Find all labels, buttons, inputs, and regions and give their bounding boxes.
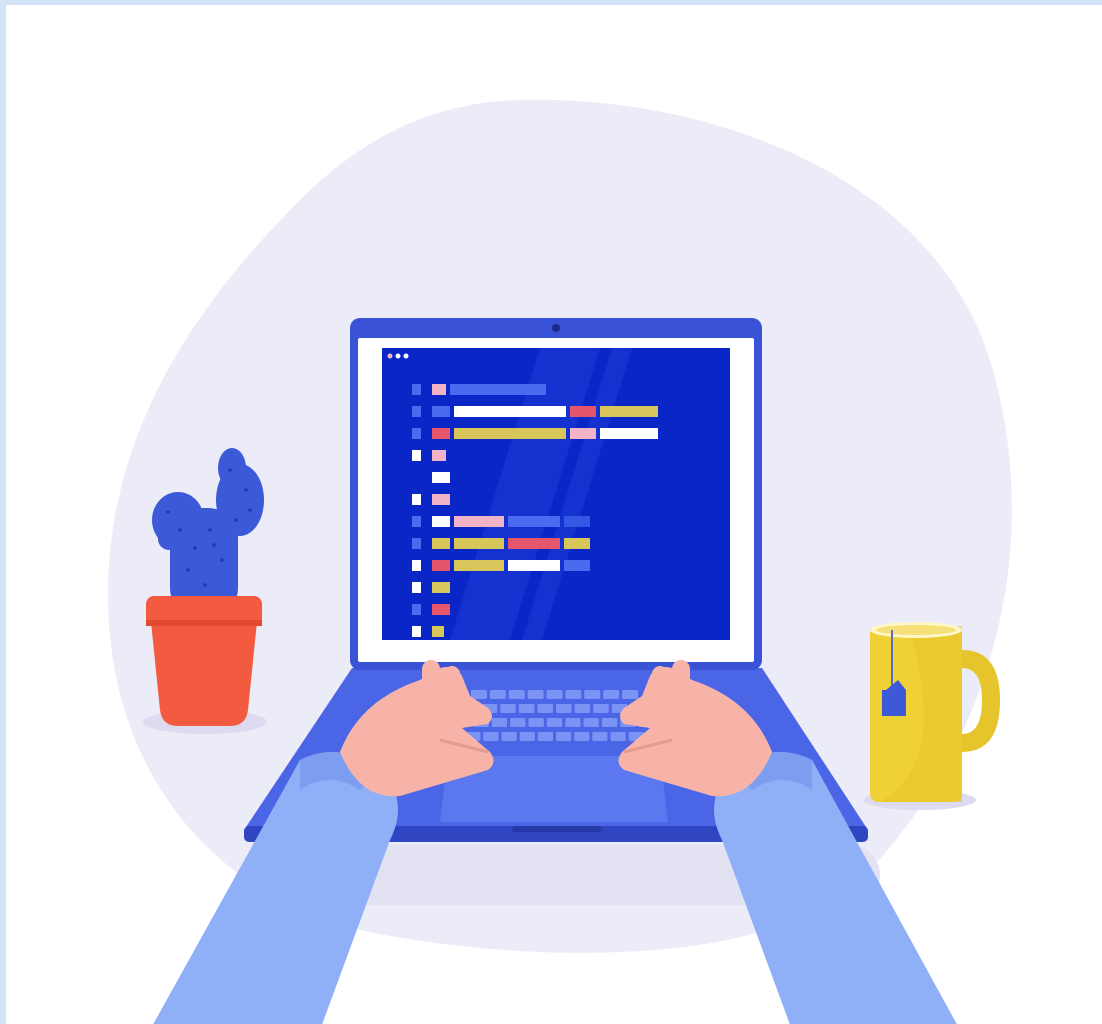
pot-icon: [146, 596, 262, 726]
webcam-icon: [552, 324, 560, 332]
keyboard-key: [500, 704, 516, 713]
code-token: [432, 428, 450, 439]
keyboard-key: [483, 732, 499, 741]
laptop-notch: [512, 826, 602, 832]
keyboard-key: [491, 718, 508, 727]
keyboard-key: [471, 690, 487, 699]
code-token: [450, 384, 546, 395]
code-token: [432, 406, 450, 417]
line-gutter-marker: [412, 626, 421, 637]
illustration-canvas: [107, 99, 1012, 1024]
keyboard-key: [501, 732, 517, 741]
line-gutter-marker: [412, 604, 421, 615]
keyboard-key: [574, 732, 590, 741]
code-token: [432, 538, 450, 549]
line-gutter-marker: [412, 582, 421, 593]
keyboard-key: [518, 704, 535, 713]
code-token: [600, 406, 658, 417]
code-token: [454, 560, 504, 571]
line-gutter-marker: [412, 494, 421, 505]
window-dot-icon: [387, 353, 393, 359]
keyboard-key: [489, 690, 506, 699]
keyboard-key: [527, 690, 544, 699]
keyboard-key: [508, 690, 525, 699]
code-token: [564, 560, 590, 571]
keyboard-key: [556, 704, 572, 713]
keyboard-key: [584, 690, 601, 699]
illustration-frame: [0, 0, 1102, 1024]
keyboard-key: [583, 718, 599, 727]
code-token: [432, 472, 450, 483]
code-line: [412, 406, 658, 417]
code-token: [570, 428, 596, 439]
code-token: [454, 516, 504, 527]
code-token: [454, 428, 566, 439]
window-dot-icon: [403, 353, 409, 359]
keyboard-key: [565, 690, 582, 699]
line-gutter-marker: [412, 450, 421, 461]
line-gutter-marker: [412, 560, 421, 571]
line-gutter-marker: [412, 384, 421, 395]
keyboard-key: [565, 718, 581, 727]
code-token: [508, 516, 560, 527]
keyboard-key: [556, 732, 572, 741]
keyboard-key: [603, 690, 620, 699]
code-token: [432, 384, 446, 395]
line-gutter-marker: [412, 406, 421, 417]
code-token: [432, 516, 450, 527]
line-gutter-marker: [412, 428, 421, 439]
keyboard-key: [593, 704, 609, 713]
keyboard-key: [519, 732, 535, 741]
code-token: [570, 406, 596, 417]
code-line: [412, 428, 658, 439]
code-token: [432, 626, 444, 637]
keyboard-key: [537, 732, 553, 741]
keyboard-key: [528, 718, 544, 727]
code-token: [600, 428, 658, 439]
keyboard-key: [510, 718, 526, 727]
code-token: [432, 604, 450, 615]
code-token: [564, 538, 590, 549]
keyboard-key: [574, 704, 591, 713]
code-token: [432, 494, 450, 505]
code-token: [454, 406, 566, 417]
keyboard-key: [592, 732, 608, 741]
code-token: [508, 560, 560, 571]
keyboard-key: [622, 690, 638, 699]
keyboard-key: [546, 690, 563, 699]
code-token: [454, 538, 504, 549]
code-token: [508, 538, 560, 549]
line-gutter-marker: [412, 516, 421, 527]
code-token: [564, 516, 590, 527]
code-line: [412, 384, 546, 395]
keyboard-key: [601, 718, 618, 727]
code-token: [432, 450, 446, 461]
window-dot-icon: [395, 353, 401, 359]
code-line: [432, 472, 450, 483]
code-token: [432, 582, 450, 593]
window-controls: [387, 353, 409, 359]
keyboard-key: [537, 704, 553, 713]
code-token: [432, 560, 450, 571]
line-gutter-marker: [412, 538, 421, 549]
keyboard-key: [610, 732, 626, 741]
keyboard-key: [546, 718, 563, 727]
